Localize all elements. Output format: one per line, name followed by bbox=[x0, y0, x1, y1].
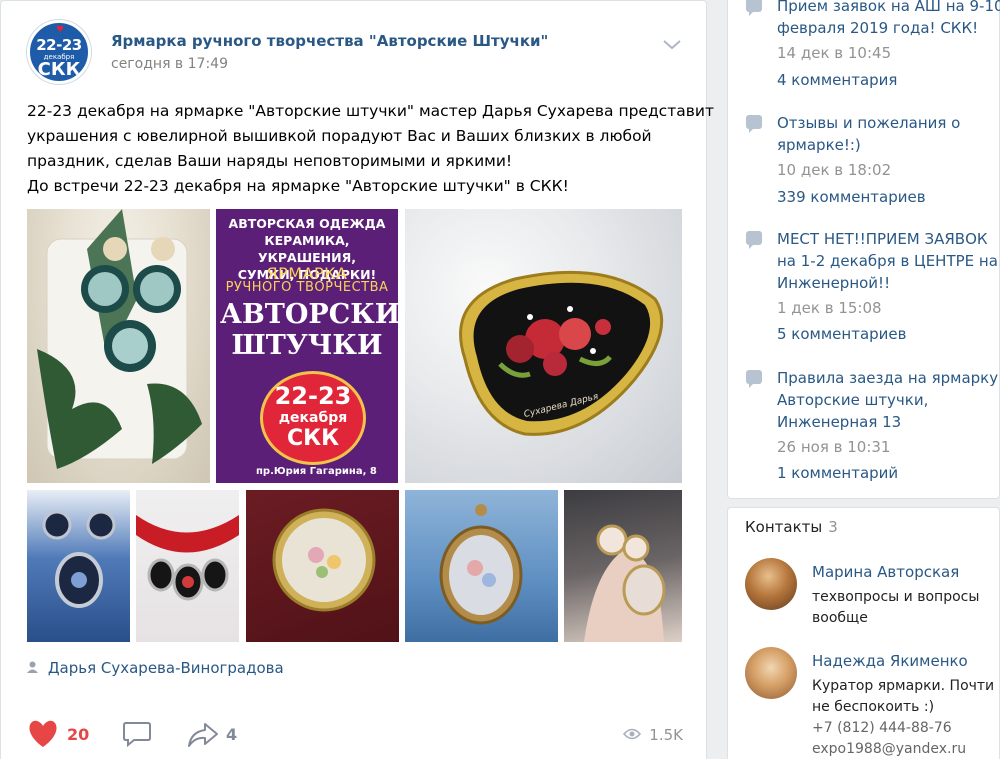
photo-fair-poster[interactable]: АВТОРСКАЯ ОДЕЖДА КЕРАМИКА, УКРАШЕНИЯ, СУ… bbox=[216, 209, 398, 483]
poster-title: ЯРМАРКА РУЧНОГО ТВОРЧЕСТВА bbox=[222, 264, 392, 295]
contacts-label: Контакты bbox=[745, 518, 823, 536]
post-signer[interactable]: Дарья Сухарева-Виноградова bbox=[27, 659, 284, 677]
discussion-bubble-icon bbox=[746, 0, 762, 16]
discussion-topic: МЕСТ НЕТ!!ПРИЕМ ЗАЯВОК на 1-2 декабря в … bbox=[746, 228, 998, 358]
poster-dates: 22-23 bbox=[274, 382, 352, 410]
poster-place: СКК bbox=[286, 426, 340, 451]
topic-date: 10 дек в 18:02 bbox=[777, 161, 892, 179]
post-header: ♥ 22-23 декабря СКК Ярмарка ручного твор… bbox=[27, 20, 687, 86]
poster-big-title: АВТОРСКИЕ ШТУЧКИ bbox=[220, 299, 398, 361]
chevron-down-icon[interactable] bbox=[663, 34, 681, 55]
photo-pendant[interactable] bbox=[405, 490, 558, 642]
avatar[interactable] bbox=[745, 647, 797, 699]
likes-count[interactable]: 20 bbox=[67, 725, 89, 744]
wall-post: ♥ 22-23 декабря СКК Ярмарка ручного твор… bbox=[0, 0, 714, 759]
comment-icon[interactable] bbox=[123, 721, 151, 748]
post-actions: 20 4 1.5K bbox=[27, 719, 687, 751]
person-icon bbox=[27, 661, 42, 676]
photo-blue-set[interactable] bbox=[27, 490, 130, 642]
views-counter: 1.5K bbox=[623, 726, 683, 744]
post-text-line: 22-23 декабря на ярмарке "Авторские штуч… bbox=[27, 102, 714, 120]
poster-date-badge: 22-23 декабря СКК bbox=[260, 371, 366, 465]
contact-desc-line: вообще bbox=[812, 610, 868, 626]
poster-top-line: КЕРАМИКА, УКРАШЕНИЯ, bbox=[258, 233, 356, 265]
post-text-line: украшения с ювелирной вышивкой порадуют … bbox=[27, 127, 652, 145]
views-count: 1.5K bbox=[649, 726, 683, 744]
topic-title[interactable]: Отзывы и пожелания о ярмарке!:) bbox=[777, 112, 1000, 156]
poster-big-line: ШТУЧКИ bbox=[231, 330, 383, 361]
discussions-panel: Прием заявок на АШ на 9-10 февраля 2019 … bbox=[727, 0, 1000, 499]
discussion-topic: Прием заявок на АШ на 9-10 февраля 2019 … bbox=[746, 0, 1000, 105]
post-text-line: До встречи 22-23 декабря на ярмарке "Авт… bbox=[27, 177, 569, 195]
contacts-header[interactable]: Контакты 3 bbox=[745, 518, 838, 536]
contacts-panel: Контакты 3 Марина Авторская техвопросы и … bbox=[727, 507, 1000, 759]
eye-icon bbox=[623, 726, 642, 744]
poster-title-line: ЯРМАРКА bbox=[266, 264, 348, 283]
topic-comments[interactable]: 339 комментариев bbox=[777, 188, 926, 206]
contact-item: Надежда Якименко Куратор ярмарки. Почти … bbox=[745, 647, 995, 759]
contact-description: Куратор ярмарки. Почти не беспокоить :) … bbox=[812, 676, 997, 759]
poster-top-line: АВТОРСКАЯ ОДЕЖДА bbox=[228, 216, 386, 231]
discussion-topic: Отзывы и пожелания о ярмарке!:) 10 дек в… bbox=[746, 112, 996, 222]
post-text-line: праздник, сделав Ваши наряды неповторимы… bbox=[27, 152, 513, 170]
avatar[interactable] bbox=[745, 558, 797, 610]
discussion-topic: Правила заезда на ярмарку Авторские штуч… bbox=[746, 367, 998, 497]
discussion-bubble-icon bbox=[746, 115, 762, 133]
contact-description: техвопросы и вопросы вообще bbox=[812, 587, 997, 629]
poster-big-line: АВТОРСКИЕ bbox=[220, 299, 398, 330]
contact-item: Марина Авторская техвопросы и вопросы во… bbox=[745, 558, 995, 638]
contact-email[interactable]: expo1988@yandex.ru bbox=[812, 739, 997, 759]
topic-date: 1 дек в 15:08 bbox=[777, 299, 882, 317]
photo-earrings-set[interactable] bbox=[27, 209, 210, 483]
contact-desc-line: техвопросы и вопросы bbox=[812, 589, 980, 605]
poster-title-line: РУЧНОГО ТВОРЧЕСТВА bbox=[225, 280, 389, 295]
post-text: 22-23 декабря на ярмарке "Авторские штуч… bbox=[27, 99, 714, 199]
topic-comments[interactable]: 5 комментариев bbox=[777, 325, 907, 343]
topic-title[interactable]: Прием заявок на АШ на 9-10 февраля 2019 … bbox=[777, 0, 1000, 39]
contacts-count: 3 bbox=[828, 518, 838, 536]
discussion-bubble-icon bbox=[746, 231, 762, 249]
post-signer-name[interactable]: Дарья Сухарева-Виноградова bbox=[48, 659, 284, 677]
post-author-link[interactable]: Ярмарка ручного творчества "Авторские Шт… bbox=[111, 32, 548, 50]
topic-title[interactable]: Правила заезда на ярмарку Авторские штуч… bbox=[777, 367, 1000, 433]
poster-address: пр.Юрия Гагарина, 8 bbox=[256, 466, 377, 477]
shares-count[interactable]: 4 bbox=[226, 725, 237, 744]
avatar-org: СКК bbox=[37, 59, 81, 80]
community-avatar[interactable]: ♥ 22-23 декабря СКК bbox=[27, 20, 91, 84]
photo-mirror-compact[interactable] bbox=[246, 490, 399, 642]
heart-logo-icon: ♥ bbox=[56, 25, 65, 35]
topic-date: 26 ноя в 10:31 bbox=[777, 438, 891, 456]
topic-date: 14 дек в 10:45 bbox=[777, 44, 892, 62]
topic-comments[interactable]: 1 комментарий bbox=[777, 464, 898, 482]
contact-name[interactable]: Марина Авторская bbox=[812, 563, 959, 581]
topic-comments[interactable]: 4 комментария bbox=[777, 71, 897, 89]
contact-name[interactable]: Надежда Якименко bbox=[812, 652, 968, 670]
discussion-bubble-icon bbox=[746, 370, 762, 388]
poster-month: декабря bbox=[278, 410, 348, 426]
contact-desc-line: Куратор ярмарки. Почти bbox=[812, 678, 995, 694]
photo-brooch[interactable]: Сухарева Дарья bbox=[405, 209, 682, 483]
photo-red-set[interactable] bbox=[136, 490, 239, 642]
heart-icon[interactable] bbox=[27, 719, 59, 751]
topic-title[interactable]: МЕСТ НЕТ!!ПРИЕМ ЗАЯВОК на 1-2 декабря в … bbox=[777, 228, 1000, 294]
share-icon[interactable] bbox=[187, 721, 219, 749]
contact-phone: +7 (812) 444-88-76 bbox=[812, 720, 952, 736]
post-date[interactable]: сегодня в 17:49 bbox=[111, 56, 228, 72]
photo-rings[interactable] bbox=[564, 490, 682, 642]
contact-desc-line: не беспокоить :) bbox=[812, 699, 935, 715]
avatar-dates: 22-23 bbox=[36, 36, 82, 54]
